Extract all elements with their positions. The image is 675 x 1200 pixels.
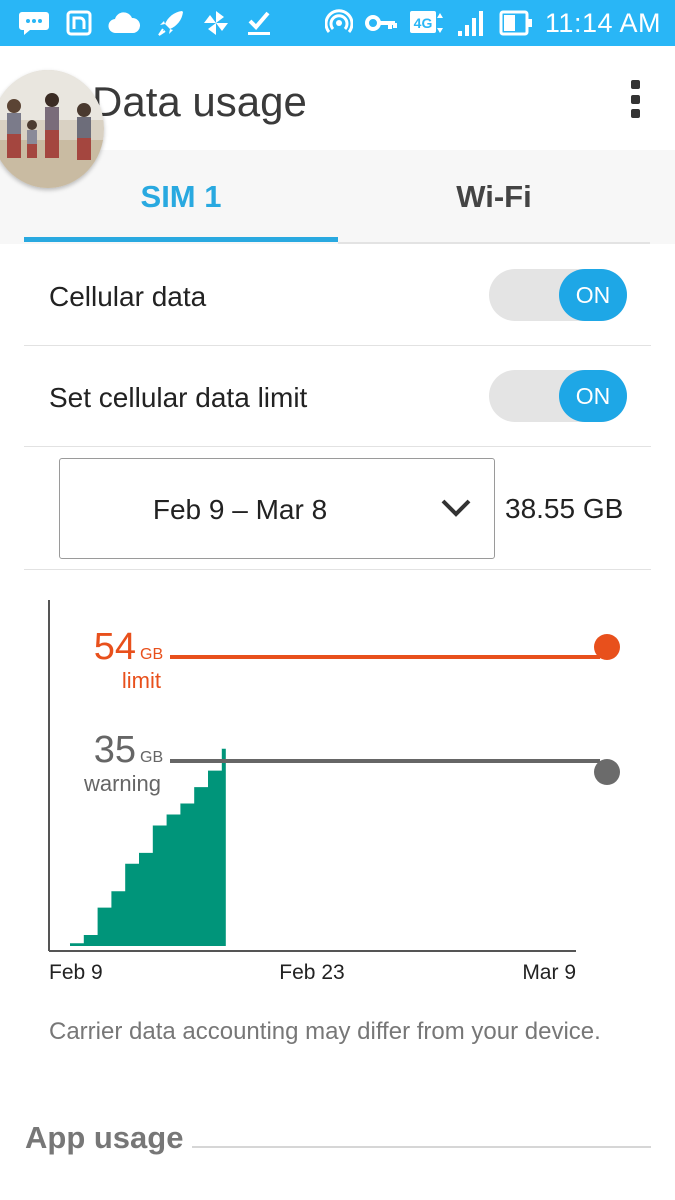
warning-handle[interactable] xyxy=(594,759,620,785)
x-tick-label: Mar 9 xyxy=(522,961,576,984)
more-vert-icon[interactable] xyxy=(620,74,650,124)
data-limit-row: Set cellular data limit ON xyxy=(24,346,651,447)
pinwheel-icon xyxy=(202,9,230,37)
data-limit-toggle[interactable]: ON xyxy=(489,370,627,422)
divider xyxy=(24,569,651,570)
hotspot-icon xyxy=(324,9,353,37)
warning-unit: GB xyxy=(140,749,163,766)
download-done-icon xyxy=(246,9,272,37)
carrier-note: Carrier data accounting may differ from … xyxy=(49,1018,601,1045)
warning-value: 35 xyxy=(94,729,136,771)
x-tick-label: Feb 23 xyxy=(279,961,344,984)
page-title: Data usage xyxy=(92,78,307,125)
notification-icons xyxy=(18,8,272,38)
warning-label: warning xyxy=(83,771,161,796)
vpn-key-icon xyxy=(364,13,397,33)
tab-wifi[interactable]: Wi-Fi xyxy=(338,150,650,244)
billing-cycle-dropdown[interactable]: Feb 9 – Mar 8 xyxy=(59,458,495,559)
cellular-data-label: Cellular data xyxy=(49,281,207,312)
cloud-icon xyxy=(108,12,140,34)
toggle-knob: ON xyxy=(559,370,627,422)
tab-underline xyxy=(338,242,650,244)
tab-bar: SIM 1 Wi-Fi xyxy=(0,150,675,244)
limit-handle[interactable] xyxy=(594,634,620,660)
toggle-knob: ON xyxy=(559,269,627,321)
network-type-label: 4G xyxy=(414,15,433,31)
limit-unit: GB xyxy=(140,646,163,663)
messages-icon xyxy=(18,10,50,36)
cellular-data-row: Cellular data ON xyxy=(24,245,651,346)
limit-label: limit xyxy=(122,668,161,693)
status-bar: 4G 11:14 AM xyxy=(0,0,675,46)
signal-icon xyxy=(457,9,487,37)
rocket-icon xyxy=(156,8,186,38)
system-icons: 4G 11:14 AM xyxy=(324,6,661,40)
app-usage-title: App usage xyxy=(25,1120,184,1155)
chevron-down-icon xyxy=(440,497,472,524)
data-limit-label: Set cellular data limit xyxy=(49,382,308,413)
total-usage: 38.55 GB xyxy=(505,493,624,524)
billing-cycle-label: Feb 9 – Mar 8 xyxy=(152,494,328,525)
battery-icon xyxy=(499,10,533,36)
usage-chart: 54 GB limit 35 GB warning Feb 9 Feb 23 M… xyxy=(48,600,620,984)
nfc-icon xyxy=(66,10,92,36)
limit-value: 54 xyxy=(94,626,136,668)
cellular-data-toggle[interactable]: ON xyxy=(489,269,627,321)
clock: 11:14 AM xyxy=(544,7,661,38)
section-divider xyxy=(192,1146,651,1148)
x-tick-label: Feb 9 xyxy=(49,961,103,984)
tab-indicator xyxy=(24,237,338,242)
network-type-icon: 4G xyxy=(409,8,445,38)
